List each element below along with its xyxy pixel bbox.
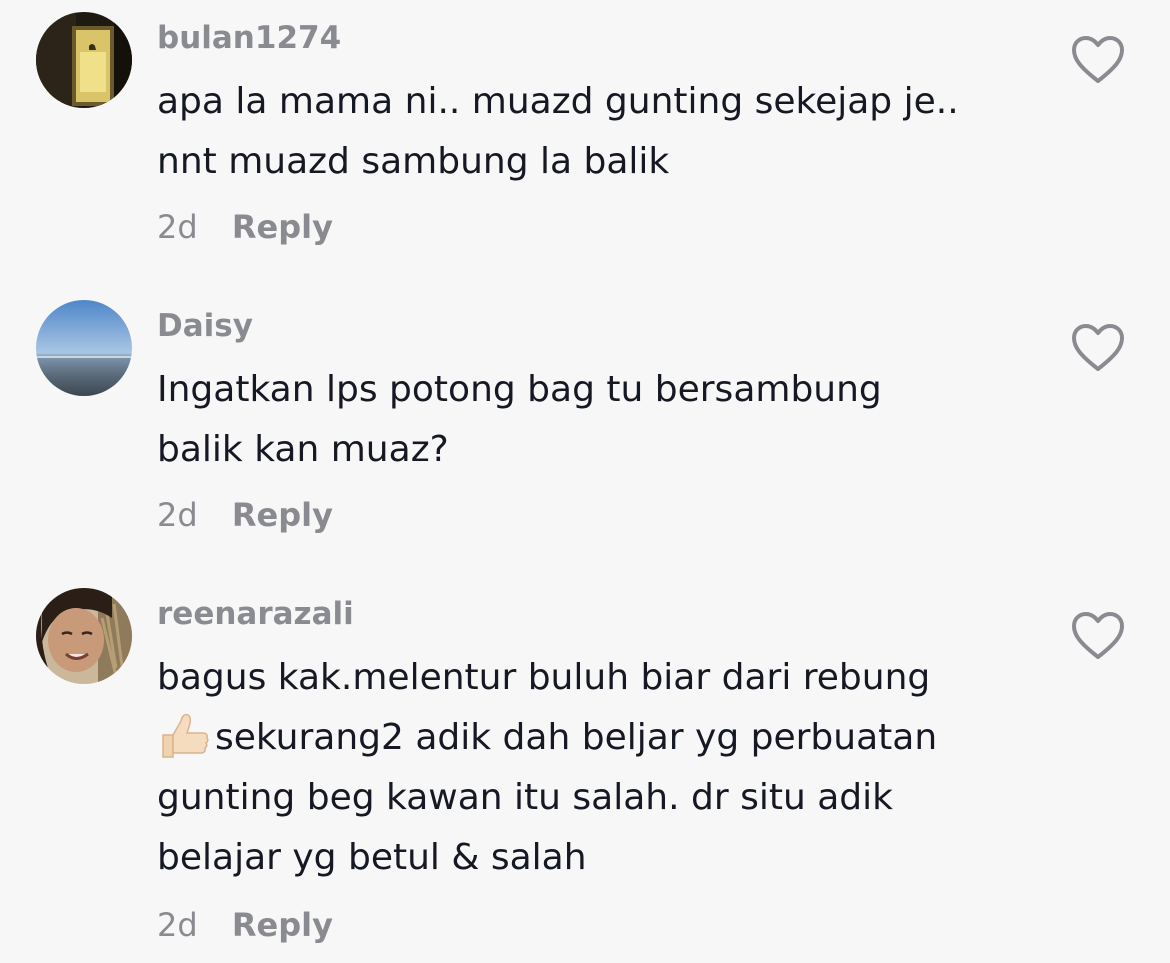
comment-timestamp: 2d xyxy=(157,906,198,944)
like-button[interactable] xyxy=(1070,610,1126,662)
heart-outline-icon xyxy=(1072,612,1124,659)
avatar[interactable] xyxy=(36,12,132,108)
comment-text-line: belajar yg betul & salah xyxy=(157,837,587,878)
thumbs-up-icon xyxy=(157,709,211,763)
reply-button[interactable]: Reply xyxy=(232,496,333,534)
comment-text-line: apa la mama ni.. muazd gunting sekejap j… xyxy=(157,81,959,122)
like-button[interactable] xyxy=(1070,34,1126,86)
heart-outline-icon xyxy=(1072,36,1124,83)
comment-timestamp: 2d xyxy=(157,208,198,246)
comment-username[interactable]: reenarazali xyxy=(157,596,354,632)
comment-meta: 2d Reply xyxy=(157,496,333,534)
comment-text-line: sekurang2 adik dah beljar yg perbuatan xyxy=(157,708,1037,768)
like-button[interactable] xyxy=(1070,322,1126,374)
reply-button[interactable]: Reply xyxy=(232,906,333,944)
comment-username[interactable]: bulan1274 xyxy=(157,20,341,56)
comment-text: apa la mama ni.. muazd gunting sekejap j… xyxy=(157,72,1037,192)
comment-text-line: gunting beg kawan itu salah. dr situ adi… xyxy=(157,777,893,818)
comment-meta: 2d Reply xyxy=(157,906,333,944)
comment-text-line: nnt muazd sambung la balik xyxy=(157,141,670,182)
comment-timestamp: 2d xyxy=(157,496,198,534)
avatar[interactable] xyxy=(36,588,132,684)
comment-text: bagus kak.melentur buluh biar dari rebun… xyxy=(157,648,1037,888)
comment-meta: 2d Reply xyxy=(157,208,333,246)
comment-text: Ingatkan lps potong bag tu bersambung ba… xyxy=(157,360,1037,480)
comment-username[interactable]: Daisy xyxy=(157,308,253,344)
comment-text-line: bagus kak.melentur buluh biar dari rebun… xyxy=(157,657,931,698)
reply-button[interactable]: Reply xyxy=(232,208,333,246)
comment-text-line: balik kan muaz? xyxy=(157,429,449,470)
avatar[interactable] xyxy=(36,300,132,396)
heart-outline-icon xyxy=(1072,324,1124,371)
comment-text-line: Ingatkan lps potong bag tu bersambung xyxy=(157,369,882,410)
comment-text-segment: sekurang2 adik dah beljar yg perbuatan xyxy=(215,717,938,758)
